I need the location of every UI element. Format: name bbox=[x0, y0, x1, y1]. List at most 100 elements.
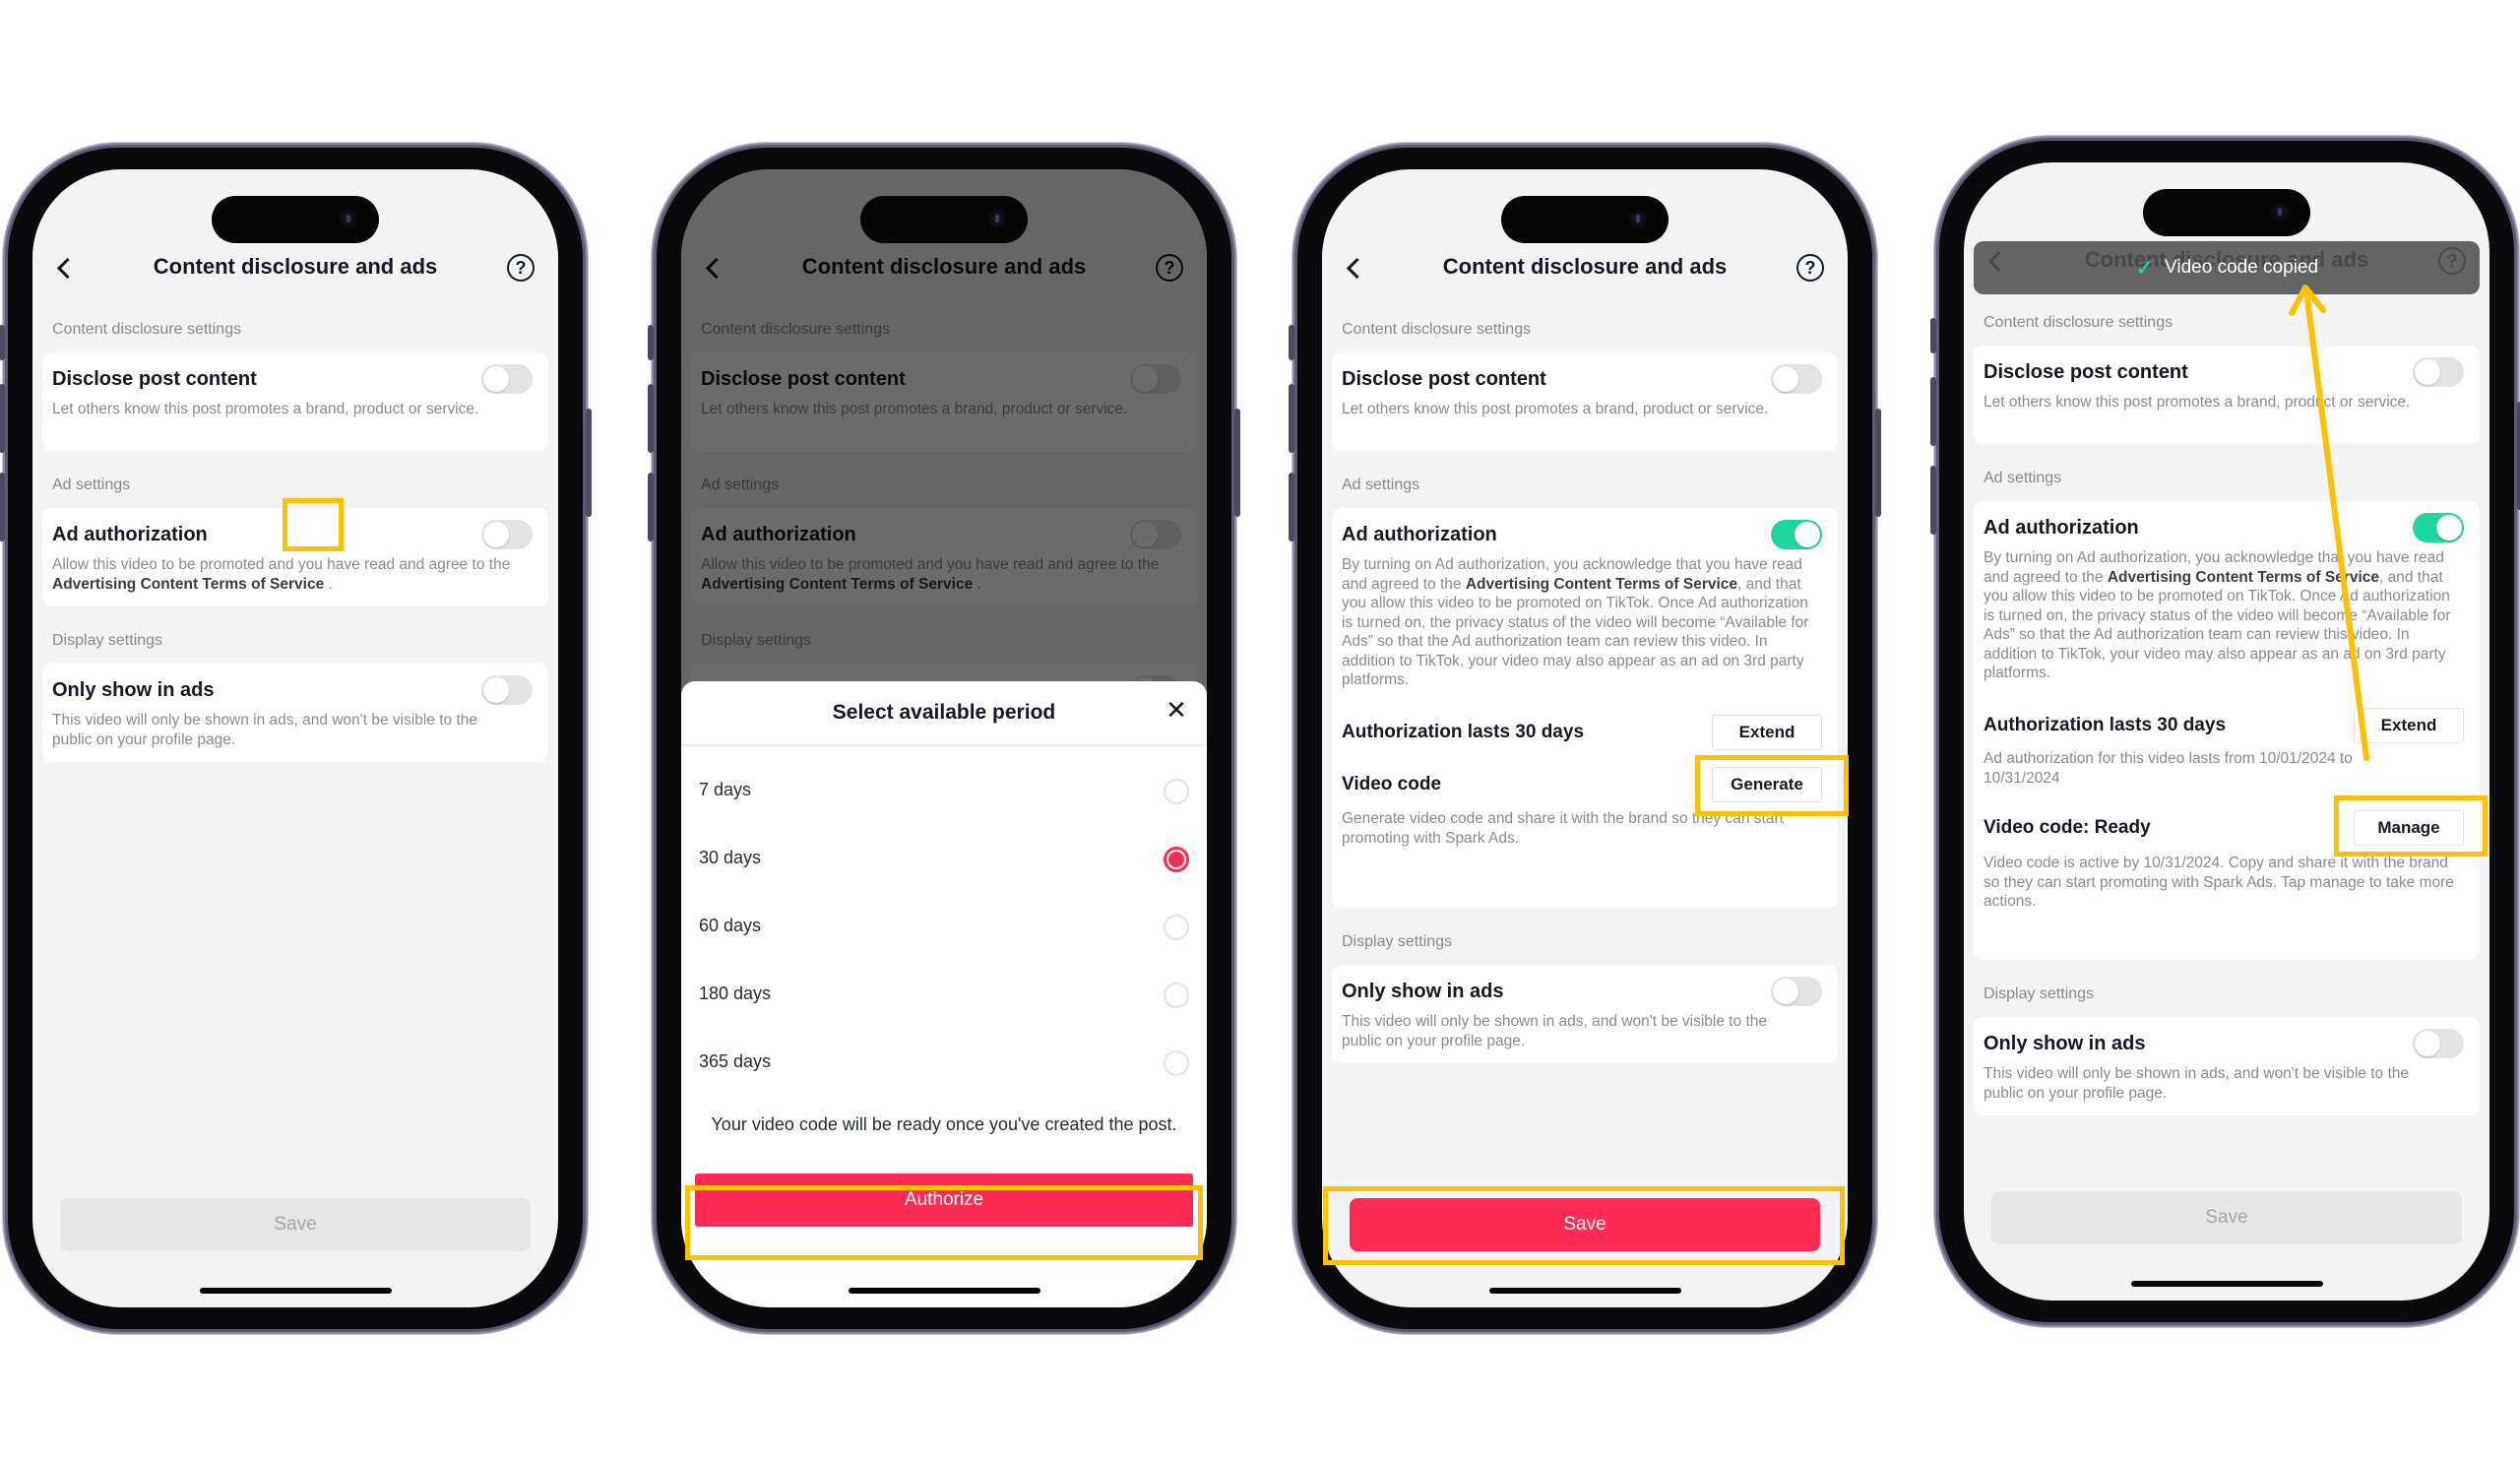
video-code-ready-title: Video code: Ready bbox=[1984, 817, 2151, 838]
section-label-ad: Ad settings bbox=[52, 476, 131, 493]
phone-step-3: Content disclosure and ads ? Content dis… bbox=[1289, 148, 1881, 1329]
ad-auth-desc: Allow this video to be promoted and you … bbox=[52, 555, 529, 594]
camera-icon bbox=[2271, 203, 2289, 221]
terms-link[interactable]: Advertising Content Terms of Service bbox=[1466, 576, 1737, 593]
home-indicator bbox=[200, 1288, 392, 1294]
radio-button-selected[interactable] bbox=[1164, 847, 1189, 872]
dynamic-island bbox=[212, 196, 379, 243]
screen: Content disclosure and ads ? Content dis… bbox=[681, 169, 1207, 1307]
only-ads-title: Only show in ads bbox=[52, 679, 215, 701]
toast-text: Video code copied bbox=[2165, 257, 2319, 278]
section-label-display: Display settings bbox=[52, 632, 163, 649]
ad-auth-toggle[interactable] bbox=[1771, 520, 1822, 549]
question-circle-icon[interactable]: ? bbox=[507, 254, 535, 282]
camera-icon bbox=[1629, 210, 1647, 227]
only-ads-toggle[interactable] bbox=[481, 675, 533, 705]
authorize-button[interactable]: Authorize bbox=[695, 1174, 1193, 1227]
question-circle-icon[interactable]: ? bbox=[1796, 254, 1824, 282]
disclose-toggle[interactable] bbox=[2413, 357, 2464, 387]
save-button[interactable]: Save bbox=[1991, 1191, 2462, 1244]
radio-button[interactable] bbox=[1164, 915, 1189, 940]
generate-button[interactable]: Generate bbox=[1712, 767, 1822, 802]
ad-auth-title: Ad authorization bbox=[1342, 524, 1497, 545]
card-only-show-in-ads: Only show in ads This video will only be… bbox=[1332, 965, 1838, 1063]
section-label-content-disclosure: Content disclosure settings bbox=[1984, 314, 2174, 331]
card-ad-authorization: Ad authorization By turning on Ad author… bbox=[1332, 508, 1838, 908]
terms-link[interactable]: Advertising Content Terms of Service bbox=[52, 576, 324, 593]
disclose-desc: Let others know this post promotes a bra… bbox=[1342, 401, 1769, 417]
sheet-note: Your video code will be ready once you'v… bbox=[711, 1114, 1177, 1134]
radio-button[interactable] bbox=[1164, 779, 1189, 804]
nav-header: Content disclosure and ads ? bbox=[1322, 244, 1848, 291]
ad-auth-toggle[interactable] bbox=[2413, 513, 2464, 542]
dynamic-island bbox=[1501, 196, 1669, 243]
radio-button[interactable] bbox=[1164, 983, 1189, 1008]
screen: Content disclosure and ads ? Content dis… bbox=[1322, 169, 1848, 1307]
section-label-ad: Ad settings bbox=[1342, 476, 1420, 493]
section-label-display: Display settings bbox=[1342, 933, 1453, 950]
phone-step-2: Content disclosure and ads ? Content dis… bbox=[648, 148, 1240, 1329]
side-button bbox=[1930, 466, 1936, 535]
side-button bbox=[648, 384, 654, 453]
period-option[interactable]: 7 days bbox=[681, 762, 1207, 821]
manage-button[interactable]: Manage bbox=[2354, 810, 2464, 846]
disclose-toggle[interactable] bbox=[1771, 364, 1822, 394]
only-ads-toggle[interactable] bbox=[2413, 1029, 2464, 1058]
section-label-content-disclosure: Content disclosure settings bbox=[1342, 321, 1532, 338]
only-ads-title: Only show in ads bbox=[1984, 1033, 2146, 1054]
phone-step-1: Content disclosure and ads ? Content dis… bbox=[0, 148, 592, 1329]
section-label-ad: Ad settings bbox=[1984, 470, 2062, 486]
ad-auth-desc-text: Allow this video to be promoted and you … bbox=[52, 556, 511, 573]
camera-icon bbox=[340, 210, 357, 227]
disclose-desc: Let others know this post promotes a bra… bbox=[52, 401, 479, 417]
auth-lasts-desc: Ad authorization for this video lasts fr… bbox=[1984, 750, 2353, 787]
terms-link[interactable]: Advertising Content Terms of Service bbox=[2108, 569, 2379, 586]
auth-lasts-title: Authorization lasts 30 days bbox=[1984, 715, 2227, 735]
home-indicator bbox=[2131, 1281, 2323, 1287]
option-label: 7 days bbox=[699, 780, 752, 799]
period-option[interactable]: 60 days bbox=[681, 898, 1207, 957]
disclose-toggle[interactable] bbox=[481, 364, 533, 394]
side-button bbox=[1289, 473, 1294, 541]
side-button bbox=[1234, 409, 1240, 517]
divider bbox=[681, 744, 1207, 746]
side-button bbox=[1289, 325, 1294, 360]
only-ads-title: Only show in ads bbox=[1342, 981, 1504, 1002]
screen: Content disclosure and ads ? ✓Video code… bbox=[1964, 162, 2489, 1301]
period-option[interactable]: 365 days bbox=[681, 1034, 1207, 1093]
side-button bbox=[648, 473, 654, 541]
page-title: Content disclosure and ads bbox=[153, 254, 438, 279]
dynamic-island bbox=[860, 196, 1028, 243]
card-disclose-post: Disclose post content Let others know th… bbox=[1332, 352, 1838, 451]
side-button bbox=[586, 409, 592, 517]
ad-auth-desc: By turning on Ad authorization, you ackn… bbox=[1984, 548, 2460, 683]
ad-auth-desc: By turning on Ad authorization, you ackn… bbox=[1342, 555, 1818, 690]
save-button[interactable]: Save bbox=[60, 1198, 531, 1251]
side-button bbox=[1930, 377, 1936, 446]
period-option[interactable]: 180 days bbox=[681, 966, 1207, 1025]
extend-button[interactable]: Extend bbox=[2354, 708, 2464, 743]
video-code-ready-desc: Video code is active by 10/31/2024. Copy… bbox=[1984, 855, 2454, 910]
camera-icon bbox=[988, 210, 1006, 227]
save-button[interactable]: Save bbox=[1350, 1198, 1820, 1251]
period-option[interactable]: 30 days bbox=[681, 830, 1207, 889]
option-label: 365 days bbox=[699, 1051, 772, 1071]
select-period-sheet: Select available period ✕ 7 days 30 days… bbox=[681, 681, 1207, 1307]
only-ads-desc: This video will only be shown in ads, an… bbox=[52, 712, 478, 748]
radio-button[interactable] bbox=[1164, 1050, 1189, 1076]
only-ads-desc: This video will only be shown in ads, an… bbox=[1984, 1065, 2410, 1102]
ad-auth-toggle[interactable] bbox=[481, 520, 533, 549]
sheet-title: Select available period bbox=[832, 701, 1056, 724]
close-icon[interactable]: ✕ bbox=[1164, 697, 1189, 723]
section-label-content-disclosure: Content disclosure settings bbox=[52, 321, 242, 338]
card-disclose-post: Disclose post content Let others know th… bbox=[1974, 346, 2480, 444]
only-ads-toggle[interactable] bbox=[1771, 977, 1822, 1006]
side-button bbox=[1930, 318, 1936, 353]
disclose-title: Disclose post content bbox=[1984, 361, 2188, 383]
option-label: 30 days bbox=[699, 848, 762, 867]
option-label: 60 days bbox=[699, 916, 762, 935]
check-icon: ✓ bbox=[2134, 254, 2156, 282]
extend-button[interactable]: Extend bbox=[1712, 715, 1822, 750]
auth-lasts-title: Authorization lasts 30 days bbox=[1342, 722, 1585, 742]
video-code-desc: Generate video code and share it with th… bbox=[1342, 810, 1784, 847]
